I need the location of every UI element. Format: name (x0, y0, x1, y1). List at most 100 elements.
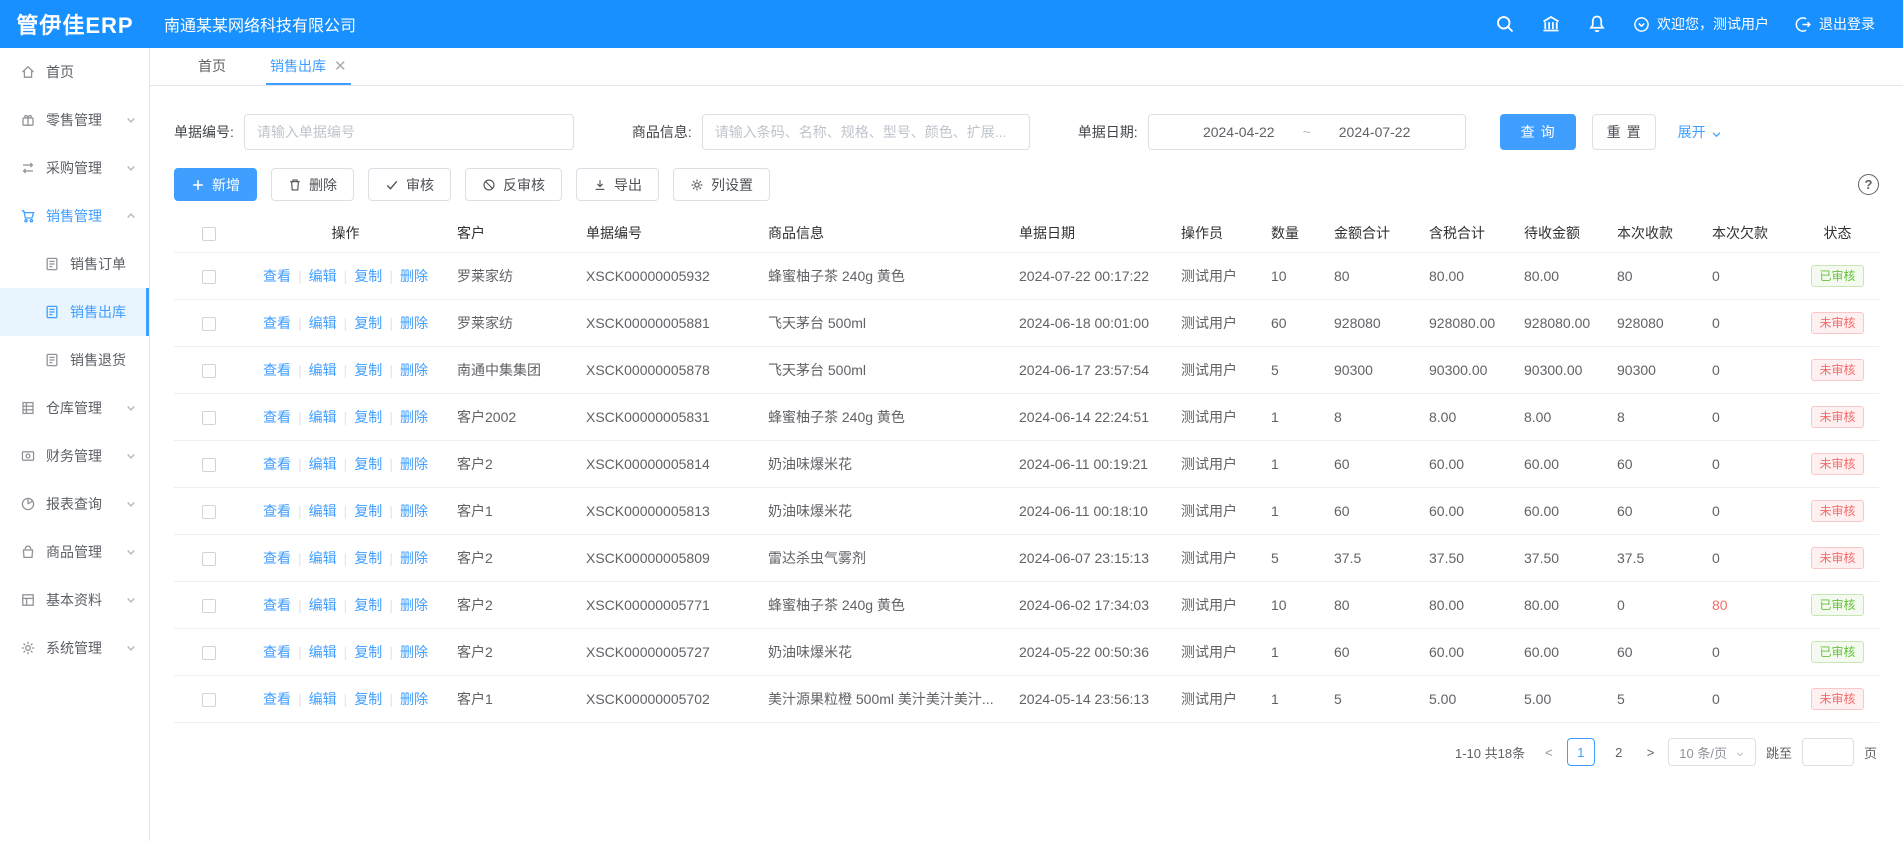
sidebar-item-reports[interactable]: 报表查询 (0, 480, 149, 528)
row-action-0[interactable]: 查看 (263, 268, 291, 284)
row-action-3[interactable]: 删除 (400, 456, 428, 472)
sidebar-item-home[interactable]: 首页 (0, 48, 149, 96)
row-action-0[interactable]: 查看 (263, 644, 291, 660)
row-action-1[interactable]: 编辑 (309, 503, 337, 519)
warehouse-icon (20, 400, 36, 416)
row-action-1[interactable]: 编辑 (309, 597, 337, 613)
close-icon[interactable]: ✕ (334, 57, 347, 75)
row-checkbox[interactable] (202, 552, 216, 566)
row-action-3[interactable]: 删除 (400, 268, 428, 284)
help-icon[interactable]: ? (1858, 174, 1879, 195)
row-action-0[interactable]: 查看 (263, 597, 291, 613)
sidebar-item-sales-return[interactable]: 销售退货 (0, 336, 149, 384)
page-number-2[interactable]: 2 (1605, 738, 1633, 766)
row-action-3[interactable]: 删除 (400, 362, 428, 378)
row-action-3[interactable]: 删除 (400, 315, 428, 331)
row-action-1[interactable]: 编辑 (309, 456, 337, 472)
search-icon[interactable] (1495, 14, 1515, 34)
row-action-1[interactable]: 编辑 (309, 315, 337, 331)
row-action-3[interactable]: 删除 (400, 503, 428, 519)
row-checkbox[interactable] (202, 693, 216, 707)
select-all-checkbox[interactable] (202, 227, 216, 241)
product-info-input[interactable] (702, 114, 1030, 150)
cell-receivable: 928080.00 (1514, 315, 1607, 331)
row-action-2[interactable]: 复制 (354, 362, 382, 378)
row-action-1[interactable]: 编辑 (309, 550, 337, 566)
sidebar-item-finance[interactable]: 财务管理 (0, 432, 149, 480)
row-action-3[interactable]: 删除 (400, 691, 428, 707)
row-action-1[interactable]: 编辑 (309, 644, 337, 660)
row-action-2[interactable]: 复制 (354, 315, 382, 331)
row-action-1[interactable]: 编辑 (309, 409, 337, 425)
row-action-2[interactable]: 复制 (354, 644, 382, 660)
unaudit-button[interactable]: 反审核 (465, 168, 562, 201)
jump-page-input[interactable] (1802, 738, 1854, 766)
row-action-2[interactable]: 复制 (354, 503, 382, 519)
row-action-3[interactable]: 删除 (400, 644, 428, 660)
row-checkbox[interactable] (202, 411, 216, 425)
sidebar-item-sales[interactable]: 销售管理 (0, 192, 149, 240)
audit-button[interactable]: 审核 (368, 168, 451, 201)
next-page-icon[interactable]: > (1643, 745, 1659, 760)
logout-button[interactable]: 退出登录 (1795, 14, 1875, 34)
tab-sales-outbound[interactable]: 销售出库✕ (266, 48, 351, 85)
row-action-2[interactable]: 复制 (354, 409, 382, 425)
row-action-2[interactable]: 复制 (354, 268, 382, 284)
column-settings-button[interactable]: 列设置 (673, 168, 770, 201)
row-action-2[interactable]: 复制 (354, 597, 382, 613)
page-number-1[interactable]: 1 (1567, 738, 1595, 766)
expand-link[interactable]: 展开 (1678, 122, 1722, 142)
row-checkbox[interactable] (202, 270, 216, 284)
prev-page-icon[interactable]: < (1541, 745, 1557, 760)
row-action-1[interactable]: 编辑 (309, 691, 337, 707)
sidebar-item-system[interactable]: 系统管理 (0, 624, 149, 672)
row-checkbox[interactable] (202, 317, 216, 331)
date-range-picker[interactable]: 2024-04-22 ~ 2024-07-22 (1148, 114, 1466, 150)
sidebar-item-sales-outbound[interactable]: 销售出库 (0, 288, 149, 336)
row-checkbox[interactable] (202, 505, 216, 519)
sidebar-item-products[interactable]: 商品管理 (0, 528, 149, 576)
page-size-select[interactable]: 10 条/页 (1668, 738, 1756, 766)
row-action-2[interactable]: 复制 (354, 456, 382, 472)
cell-product: 奶油味爆米花 (758, 454, 1009, 474)
row-action-1[interactable]: 编辑 (309, 268, 337, 284)
app-logo[interactable]: 管伊佳ERP (0, 8, 150, 40)
row-action-1[interactable]: 编辑 (309, 362, 337, 378)
row-action-0[interactable]: 查看 (263, 503, 291, 519)
row-action-0[interactable]: 查看 (263, 315, 291, 331)
welcome-user[interactable]: 欢迎您，测试用户 (1633, 14, 1769, 34)
sidebar-item-warehouse[interactable]: 仓库管理 (0, 384, 149, 432)
add-button[interactable]: 新增 (174, 168, 257, 201)
bell-icon[interactable] (1587, 14, 1607, 34)
delete-button[interactable]: 删除 (271, 168, 354, 201)
row-action-2[interactable]: 复制 (354, 550, 382, 566)
row-action-3[interactable]: 删除 (400, 597, 428, 613)
date-end-value[interactable]: 2024-07-22 (1339, 124, 1411, 140)
tab-home[interactable]: 首页 (194, 48, 230, 85)
export-button[interactable]: 导出 (576, 168, 659, 201)
doc-no-input[interactable] (244, 114, 574, 150)
row-checkbox[interactable] (202, 646, 216, 660)
row-action-3[interactable]: 删除 (400, 409, 428, 425)
row-action-0[interactable]: 查看 (263, 550, 291, 566)
cell-status: 已审核 (1797, 641, 1878, 663)
row-checkbox[interactable] (202, 364, 216, 378)
sidebar-item-sales-order[interactable]: 销售订单 (0, 240, 149, 288)
row-action-0[interactable]: 查看 (263, 362, 291, 378)
sidebar-item-basic-data[interactable]: 基本资料 (0, 576, 149, 624)
sidebar-item-retail[interactable]: 零售管理 (0, 96, 149, 144)
row-action-0[interactable]: 查看 (263, 691, 291, 707)
row-action-2[interactable]: 复制 (354, 691, 382, 707)
search-button[interactable]: 查询 (1500, 114, 1576, 150)
row-action-0[interactable]: 查看 (263, 409, 291, 425)
row-checkbox[interactable] (202, 599, 216, 613)
cell-owed: 0 (1702, 644, 1797, 660)
sidebar-item-purchase[interactable]: 采购管理 (0, 144, 149, 192)
row-action-0[interactable]: 查看 (263, 456, 291, 472)
row-checkbox[interactable] (202, 458, 216, 472)
bank-icon[interactable] (1541, 14, 1561, 34)
cell-amount: 90300 (1324, 362, 1419, 378)
row-action-3[interactable]: 删除 (400, 550, 428, 566)
reset-button[interactable]: 重置 (1592, 114, 1656, 150)
date-start-value[interactable]: 2024-04-22 (1203, 124, 1275, 140)
